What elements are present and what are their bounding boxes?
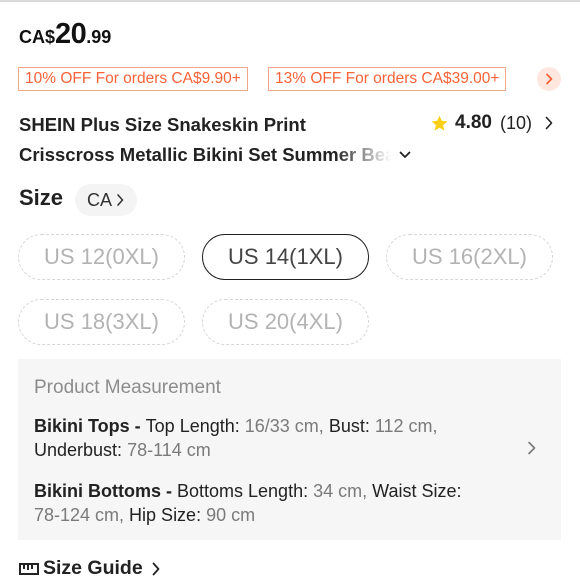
tops-value-2: 112 cm,	[374, 416, 438, 436]
chevron-right-icon	[528, 441, 536, 455]
size-option-us-20[interactable]: US 20(4XL)	[202, 299, 369, 345]
chevron-right-icon	[116, 193, 125, 207]
coupon-badge-10-off[interactable]: 10% OFF For orders CA$9.90+	[18, 67, 248, 91]
measurement-bottoms: Bikini Bottoms - Bottoms Length: 34 cm, …	[34, 479, 524, 527]
bottoms-key-3: Hip Size:	[129, 505, 207, 525]
rating-score: 4.80	[455, 112, 492, 133]
bottoms-value-1: 34 cm,	[313, 481, 373, 501]
measurement-tops: Bikini Tops - Top Length: 16/33 cm, Bust…	[34, 414, 524, 462]
ruler-icon	[19, 562, 39, 576]
bottoms-key-1: Bottoms Length:	[177, 481, 314, 501]
product-title-line1: SHEIN Plus Size Snakeskin Print	[19, 114, 306, 135]
coupon-badge-13-off[interactable]: 13% OFF For orders CA$39.00+	[268, 67, 507, 91]
product-price: CA$20.99	[19, 18, 111, 51]
price-currency: CA$	[19, 27, 56, 47]
size-heading: Size	[19, 185, 64, 210]
tops-value-3: 78-114 cm	[127, 440, 211, 460]
tops-key-3: Underbust:	[34, 440, 128, 460]
rating-count: (10)	[499, 112, 532, 133]
tops-name: Bikini Tops -	[34, 416, 146, 436]
chevron-right-icon	[544, 115, 554, 131]
bottoms-value-3: 90 cm	[206, 505, 256, 525]
bottoms-key-2: Waist Size:	[372, 481, 462, 501]
size-guide-label: Size Guide	[43, 557, 143, 579]
size-option-us-14[interactable]: US 14(1XL)	[202, 234, 369, 280]
tops-value-1: 16/33 cm,	[244, 416, 329, 436]
product-rating[interactable]: 4.80 (10)	[430, 112, 554, 134]
bottoms-name: Bikini Bottoms -	[34, 481, 177, 501]
size-option-us-18[interactable]: US 18(3XL)	[18, 299, 185, 345]
size-region-label: CA	[87, 189, 113, 210]
size-region-selector[interactable]: CA	[75, 184, 138, 216]
price-decimal: .99	[86, 27, 112, 47]
chevron-right-icon	[151, 561, 161, 577]
product-measurement-panel[interactable]: Product Measurement Bikini Tops - Top Le…	[18, 359, 561, 540]
tops-key-1: Top Length:	[145, 416, 245, 436]
size-option-us-12[interactable]: US 12(0XL)	[18, 234, 185, 280]
star-icon	[431, 115, 448, 131]
bottoms-value-2: 78-124 cm,	[34, 505, 130, 525]
price-integer: 20	[55, 18, 87, 50]
tops-key-2: Bust:	[328, 416, 375, 436]
chevron-right-icon	[546, 73, 553, 85]
top-divider	[0, 0, 580, 2]
size-guide-link[interactable]: Size Guide	[19, 557, 161, 580]
size-option-us-16[interactable]: US 16(2XL)	[386, 234, 553, 280]
chevron-down-icon[interactable]	[398, 148, 412, 162]
product-title: SHEIN Plus Size Snakeskin Print Crisscro…	[19, 110, 399, 170]
coupons-more-button[interactable]	[537, 67, 561, 91]
product-title-line2: Crisscross Metallic Bikini Set Summer Be…	[19, 144, 391, 165]
measurement-title: Product Measurement	[34, 377, 221, 398]
